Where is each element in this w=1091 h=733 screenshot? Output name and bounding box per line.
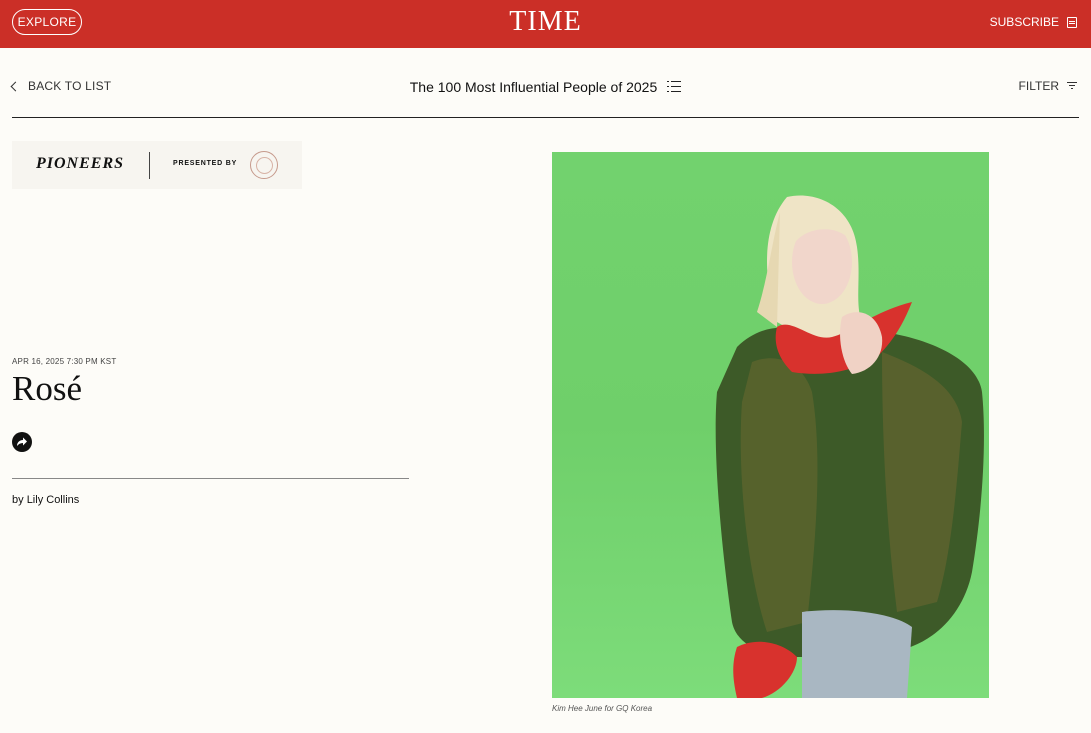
list-icon — [667, 81, 682, 93]
portrait-illustration — [715, 195, 984, 698]
publish-date: APR 16, 2025 7:30 PM KST — [12, 357, 117, 366]
byline-prefix: by — [12, 494, 27, 506]
top-navigation-bar: EXPLORE TIME SUBSCRIBE — [0, 0, 1091, 48]
category-banner: PIONEERS PRESENTED BY — [12, 141, 302, 189]
list-title-button[interactable]: The 100 Most Influential People of 2025 — [410, 79, 682, 95]
magazine-icon — [1067, 16, 1077, 28]
honoree-name: Rosé — [12, 369, 82, 408]
share-button[interactable] — [12, 432, 32, 452]
header-divider — [12, 117, 1079, 118]
filter-icon — [1067, 82, 1077, 90]
sponsor-seal-icon[interactable] — [250, 151, 278, 179]
honoree-photo — [552, 152, 989, 698]
banner-separator — [149, 152, 150, 179]
subscribe-label: SUBSCRIBE — [989, 15, 1059, 29]
filter-button[interactable]: FILTER — [1019, 79, 1077, 93]
filter-label: FILTER — [1018, 79, 1059, 93]
list-title: The 100 Most Influential People of 2025 — [409, 79, 658, 95]
category-label: PIONEERS — [36, 155, 125, 172]
list-title-bar: The 100 Most Influential People of 2025 — [0, 79, 1091, 95]
subscribe-link[interactable]: SUBSCRIBE — [990, 15, 1077, 29]
author-link[interactable]: Lily Collins — [27, 494, 80, 506]
share-arrow-icon — [17, 437, 27, 446]
byline: by Lily Collins — [12, 494, 79, 506]
time-logo[interactable]: TIME — [0, 6, 1091, 38]
byline-divider — [12, 478, 409, 479]
presented-by-label: PRESENTED BY — [173, 160, 238, 167]
photo-caption: Kim Hee June for GQ Korea — [552, 704, 653, 713]
